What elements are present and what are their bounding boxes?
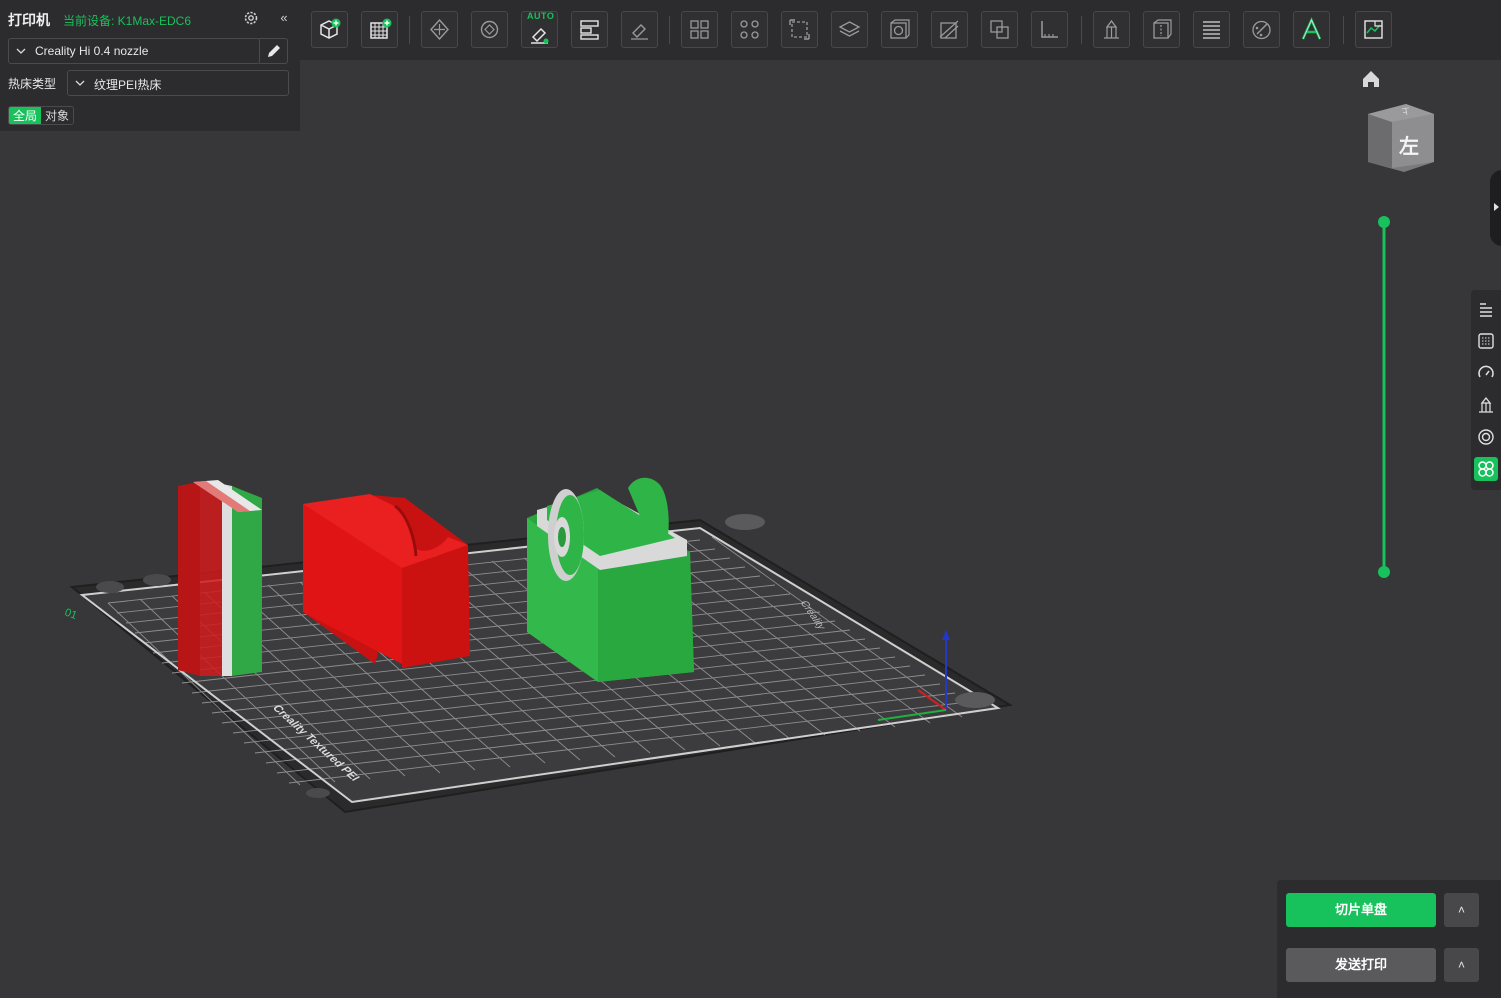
- paint-button[interactable]: [621, 11, 658, 48]
- support-icon: [1479, 396, 1493, 413]
- layer-slider-bottom-handle[interactable]: [1378, 566, 1390, 578]
- chevron-down-icon: [15, 44, 27, 56]
- current-device-label[interactable]: 当前设备: K1Max-EDC6: [63, 12, 191, 29]
- support-paint-icon: [1104, 19, 1119, 39]
- seam-button[interactable]: [1143, 11, 1180, 48]
- scale-button[interactable]: [781, 11, 818, 48]
- wall-settings-button[interactable]: [1474, 425, 1498, 449]
- 3d-viewport[interactable]: Creality Textured PEI Creality 01: [0, 60, 1501, 998]
- nozzle-profile-value: Creality Hi 0.4 nozzle: [35, 44, 149, 58]
- arrange-icon: [430, 18, 449, 41]
- orient-button[interactable]: [471, 11, 508, 48]
- auto-badge: AUTO: [527, 11, 555, 21]
- support-paint-button[interactable]: [1093, 11, 1130, 48]
- paint-icon: [631, 24, 648, 40]
- support-settings-button[interactable]: [1474, 393, 1498, 417]
- svg-text:上: 上: [1401, 106, 1410, 116]
- seam-icon: [1153, 19, 1172, 39]
- slice-layers-button[interactable]: [1193, 11, 1230, 48]
- scale-icon: [789, 19, 810, 40]
- hollow-icon: [890, 19, 910, 39]
- assembly-view-button[interactable]: [1355, 11, 1392, 48]
- top-toolbar: AUTO: [300, 0, 1501, 60]
- slice-options-caret[interactable]: ˄: [1444, 893, 1479, 927]
- layers-button[interactable]: [831, 11, 868, 48]
- bed-mount-marker: [306, 788, 330, 798]
- slice-plate-button[interactable]: 切片单盘: [1286, 893, 1436, 927]
- layer-range-slider[interactable]: [1376, 214, 1392, 580]
- cut-button[interactable]: [931, 11, 968, 48]
- toolbar-separator: [409, 16, 410, 44]
- color-paint-icon: [1252, 20, 1271, 40]
- object-list-button[interactable]: [1474, 297, 1498, 321]
- home-view-icon[interactable]: [1360, 68, 1382, 90]
- slice-layers-icon: [1203, 21, 1220, 39]
- layout-button[interactable]: [571, 11, 608, 48]
- boolean-icon: [990, 20, 1009, 39]
- boolean-button[interactable]: [981, 11, 1018, 48]
- hollow-button[interactable]: [881, 11, 918, 48]
- bed-mount-marker: [143, 574, 171, 586]
- build-plate-scene[interactable]: Creality Textured PEI Creality 01: [0, 60, 1501, 998]
- multi-material-button[interactable]: [1474, 457, 1498, 481]
- speed-icon: [1478, 365, 1494, 378]
- toolbar-separator: [669, 16, 670, 44]
- add-cube-icon: [320, 18, 341, 39]
- text-button[interactable]: [1293, 11, 1330, 48]
- layers-icon: [838, 21, 861, 37]
- layout-icon: [580, 20, 599, 40]
- multi-material-icon: [1478, 461, 1494, 477]
- object-list-icon: [1480, 303, 1492, 317]
- text-icon: [1301, 17, 1322, 40]
- right-tool-rail: [1471, 290, 1501, 490]
- arrange-button[interactable]: [421, 11, 458, 48]
- printer-header: 打印机 当前设备: K1Max-EDC6 «: [8, 8, 292, 30]
- view-cube-face-label: 左: [1399, 136, 1419, 158]
- gear-icon[interactable]: [242, 9, 260, 27]
- layer-slider-top-handle[interactable]: [1378, 216, 1390, 228]
- model-slab[interactable]: [178, 480, 262, 676]
- add-cube-button[interactable]: [311, 11, 348, 48]
- expand-side-panel-tab[interactable]: [1490, 170, 1501, 246]
- assembly-view-icon: [1364, 20, 1383, 39]
- split-parts-button[interactable]: [731, 11, 768, 48]
- toolbar-separator: [1343, 16, 1344, 44]
- auto-orient-button[interactable]: AUTO: [521, 11, 558, 48]
- add-plate-button[interactable]: [361, 11, 398, 48]
- send-options-caret[interactable]: ˄: [1444, 948, 1479, 982]
- speed-button[interactable]: [1474, 361, 1498, 385]
- measure-button[interactable]: [1031, 11, 1068, 48]
- orient-icon: [480, 20, 499, 39]
- collapse-panel-icon[interactable]: «: [276, 10, 292, 26]
- slicer-app: 打印机 当前设备: K1Max-EDC6 « Creality Hi 0.4 n…: [0, 0, 1501, 998]
- add-plate-icon: [370, 18, 392, 39]
- plate-icon: [1478, 333, 1494, 349]
- plate-number-label: 01: [63, 607, 79, 622]
- bed-mount-marker: [955, 692, 995, 708]
- split-objects-icon: [690, 20, 709, 39]
- plate-settings-button[interactable]: [1474, 329, 1498, 353]
- wall-icon: [1478, 429, 1494, 445]
- split-objects-button[interactable]: [681, 11, 718, 48]
- bed-mount-marker: [725, 514, 765, 530]
- print-actions-panel: 切片单盘 ˄ 发送打印 ˄: [1277, 880, 1501, 998]
- measure-icon: [1041, 21, 1058, 38]
- toolbar-separator: [1081, 16, 1082, 44]
- send-print-button[interactable]: 发送打印: [1286, 948, 1436, 982]
- split-parts-icon: [740, 20, 759, 39]
- chevron-right-icon: [1494, 203, 1499, 211]
- auto-orient-icon: [531, 27, 549, 44]
- printer-title: 打印机: [8, 12, 50, 28]
- bed-mount-marker: [96, 581, 124, 593]
- color-paint-button[interactable]: [1243, 11, 1280, 48]
- cut-icon: [939, 20, 959, 39]
